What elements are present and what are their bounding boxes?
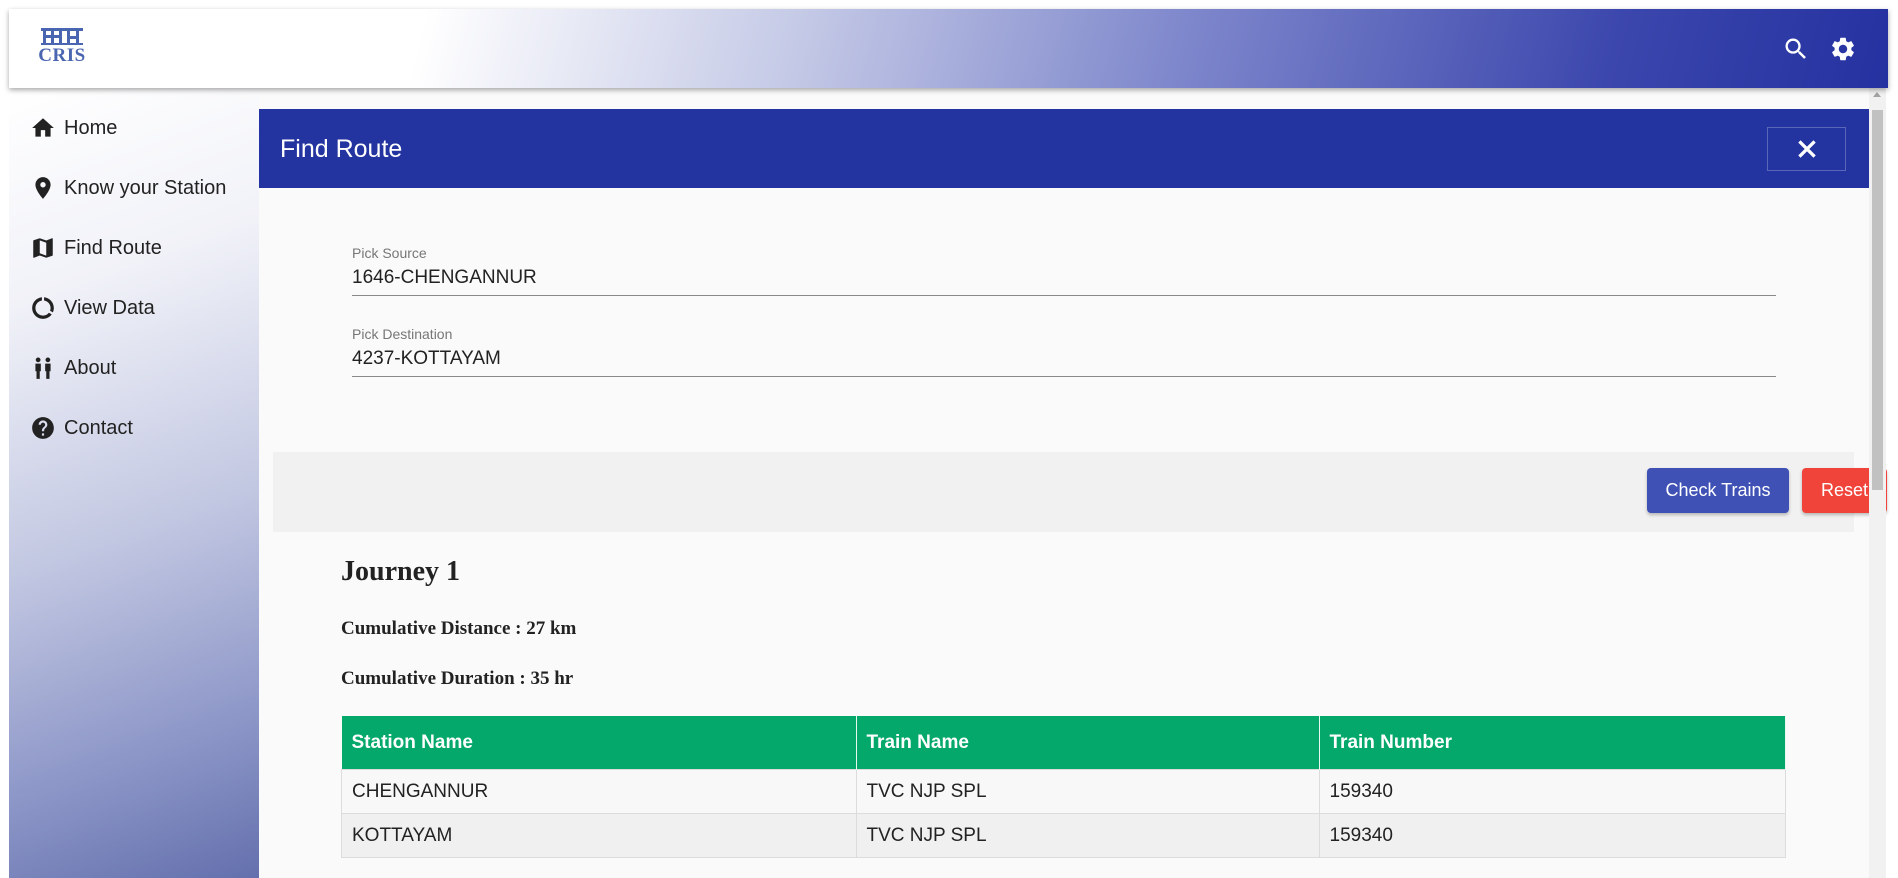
map-pin-icon [30, 175, 56, 201]
sidebar-item-view-data[interactable]: View Data [9, 288, 259, 328]
close-button[interactable] [1767, 127, 1846, 171]
sidebar-item-label: View Data [64, 296, 155, 319]
destination-label: Pick Destination [352, 326, 453, 342]
column-header-train-name: Train Name [856, 716, 1320, 770]
cris-logo: CRIS [35, 25, 89, 71]
cumulative-duration: Cumulative Duration : 35 hr [341, 668, 574, 689]
sidebar-item-label: Contact [64, 416, 133, 439]
page-title: Find Route [280, 135, 403, 163]
scrollbar-thumb[interactable] [1872, 110, 1883, 490]
vertical-scrollbar[interactable] [1869, 88, 1886, 878]
action-bar: Check Trains Reset [273, 452, 1887, 532]
panel-title-bar: Find Route [259, 109, 1869, 188]
sidebar-item-about[interactable]: About [9, 348, 259, 388]
train-number-cell: 159340 [1318, 769, 1786, 814]
column-header-station-name: Station Name [341, 716, 857, 770]
source-input[interactable]: 1646-CHENGANNUR [352, 267, 1776, 296]
top-header: CRIS [9, 9, 1888, 88]
station-name-cell: KOTTAYAM [341, 813, 857, 858]
people-icon [30, 355, 56, 381]
sidebar-item-label: Find Route [64, 236, 162, 259]
column-header-train-number: Train Number [1319, 716, 1786, 770]
donut-chart-icon [30, 295, 56, 321]
sidebar-item-label: About [64, 356, 117, 379]
train-name-cell: TVC NJP SPL [855, 813, 1320, 858]
journey-title: Journey 1 [341, 556, 460, 587]
train-name-cell: TVC NJP SPL [855, 769, 1320, 814]
sidebar: Home Know your Station Find Route View D… [9, 88, 259, 878]
sidebar-item-label: Home [64, 116, 118, 139]
gear-icon[interactable] [1829, 35, 1857, 63]
cumulative-distance: Cumulative Distance : 27 km [341, 618, 577, 639]
help-icon [30, 415, 56, 441]
destination-input[interactable]: 4237-KOTTAYAM [352, 348, 1776, 377]
sidebar-item-home[interactable]: Home [9, 108, 259, 148]
station-name-cell: CHENGANNUR [341, 769, 857, 814]
search-icon[interactable] [1782, 35, 1810, 63]
logo-text: CRIS [38, 45, 86, 66]
table-row: CHENGANNUR TVC NJP SPL 159340 [341, 769, 1786, 814]
close-icon [1797, 140, 1816, 158]
table-header-row: Station Name Train Name Train Number [341, 716, 1786, 770]
sidebar-item-know-your-station[interactable]: Know your Station [9, 168, 259, 208]
train-number-cell: 159340 [1318, 813, 1786, 858]
sidebar-item-contact[interactable]: Contact [9, 408, 259, 448]
destination-field[interactable]: Pick Destination 4237-KOTTAYAM [352, 326, 1776, 377]
sidebar-item-label: Know your Station [64, 176, 227, 199]
sidebar-item-find-route[interactable]: Find Route [9, 228, 259, 268]
check-trains-button[interactable]: Check Trains [1647, 468, 1789, 513]
home-icon [30, 115, 56, 141]
cris-logo-mark [41, 28, 83, 45]
scroll-up-arrow-icon[interactable] [1873, 92, 1881, 97]
source-field[interactable]: Pick Source 1646-CHENGANNUR [352, 245, 1776, 296]
source-label: Pick Source [352, 245, 427, 261]
table-row: KOTTAYAM TVC NJP SPL 159340 [341, 813, 1786, 858]
journey-table: Station Name Train Name Train Number CHE… [341, 716, 1786, 858]
map-icon [30, 235, 56, 261]
